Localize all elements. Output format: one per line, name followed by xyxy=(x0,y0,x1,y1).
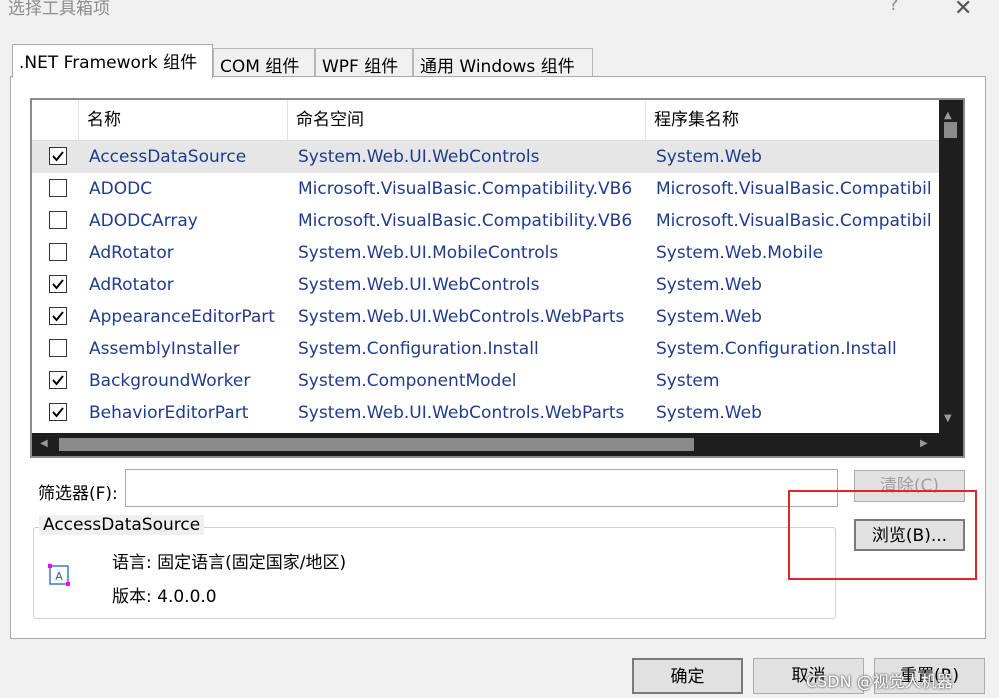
table-row[interactable]: BehaviorEditorPart System.Web.UI.WebContr… xyxy=(32,397,939,429)
component-icon: A xyxy=(46,562,72,588)
cell-name: AppearanceEditorPart xyxy=(89,307,275,327)
filter-input[interactable] xyxy=(125,469,838,507)
vertical-scroll-thumb[interactable] xyxy=(944,122,957,138)
horizontal-scrollbar[interactable]: ◀ ▶ xyxy=(32,433,963,456)
cell-namespace: Microsoft.VisualBasic.Compatibility.VB6 xyxy=(298,179,633,199)
table-row[interactable]: AssemblyInstaller System.Configuration.In… xyxy=(32,333,939,365)
cell-assembly: System.Web xyxy=(656,403,762,423)
column-header-name[interactable]: 名称 xyxy=(79,100,288,140)
checkmark-icon xyxy=(52,375,64,386)
row-checkbox[interactable] xyxy=(49,307,67,325)
window-title: 选择工具箱项 xyxy=(8,0,110,19)
column-header-assembly[interactable]: 程序集名称 xyxy=(646,100,939,140)
tab-com[interactable]: COM 组件 xyxy=(213,48,315,77)
cell-namespace: System.Configuration.Install xyxy=(298,339,539,359)
checkmark-icon xyxy=(52,151,64,162)
row-checkbox[interactable] xyxy=(49,403,67,421)
cell-namespace: System.ComponentModel xyxy=(298,371,517,391)
grid-header: 名称 命名空间 程序集名称 xyxy=(32,100,939,141)
row-checkbox[interactable] xyxy=(49,211,67,229)
checkmark-icon xyxy=(52,279,64,290)
table-row[interactable]: AdRotator System.Web.UI.WebControls System… xyxy=(32,269,939,301)
svg-text:A: A xyxy=(55,570,63,583)
ok-button[interactable]: 确定 xyxy=(632,658,743,694)
highlight-annotation xyxy=(788,490,977,580)
cell-namespace: System.Web.UI.MobileControls xyxy=(298,243,559,263)
scroll-down-icon[interactable]: ▼ xyxy=(944,413,952,424)
component-grid: 名称 命名空间 程序集名称 AccessDataSource System.Web… xyxy=(30,98,965,458)
checkmark-icon xyxy=(52,311,64,322)
version-info: 版本: 4.0.0.0 xyxy=(112,587,217,607)
cell-name: BehaviorEditorPart xyxy=(89,403,249,423)
details-group-title: AccessDataSource xyxy=(39,515,205,535)
cell-name: AdRotator xyxy=(89,243,174,263)
table-row[interactable]: ADODC Microsoft.VisualBasic.Compatibility… xyxy=(32,173,939,205)
scroll-right-icon[interactable]: ▶ xyxy=(920,438,928,449)
vertical-scrollbar[interactable]: ▲ ▼ xyxy=(939,100,963,433)
cell-name: BackgroundWorker xyxy=(89,371,251,391)
row-checkbox[interactable] xyxy=(49,147,67,165)
checkbox-column-header[interactable] xyxy=(32,100,79,140)
horizontal-scroll-thumb[interactable] xyxy=(59,438,694,451)
column-header-namespace[interactable]: 命名空间 xyxy=(288,100,646,140)
row-checkbox[interactable] xyxy=(49,275,67,293)
row-checkbox[interactable] xyxy=(49,179,67,197)
help-icon[interactable]: ? xyxy=(889,0,899,15)
table-row[interactable]: ADODCArray Microsoft.VisualBasic.Compatib… xyxy=(32,205,939,237)
cell-name: AdRotator xyxy=(89,275,174,295)
table-row[interactable]: AccessDataSource System.Web.UI.WebControl… xyxy=(32,141,939,173)
cell-assembly: Microsoft.VisualBasic.Compatibil xyxy=(656,179,932,199)
watermark: CSDN @视觉人机器 xyxy=(806,672,953,691)
tab-universal-windows[interactable]: 通用 Windows 组件 xyxy=(413,48,593,77)
table-row[interactable]: AppearanceEditorPart System.Web.UI.WebCon… xyxy=(32,301,939,333)
filter-label: 筛选器(F): xyxy=(38,484,118,504)
row-checkbox[interactable] xyxy=(49,243,67,261)
row-checkbox[interactable] xyxy=(49,339,67,357)
language-info: 语言: 固定语言(固定国家/地区) xyxy=(112,553,347,573)
close-icon[interactable]: ✕ xyxy=(954,0,972,21)
cell-assembly: Microsoft.VisualBasic.Compatibil xyxy=(656,211,932,231)
scroll-up-icon[interactable]: ▲ xyxy=(944,110,952,121)
cell-namespace: Microsoft.VisualBasic.Compatibility.VB6 xyxy=(298,211,633,231)
table-row[interactable]: BackgroundWorker System.ComponentModel Sys… xyxy=(32,365,939,397)
cell-name: AccessDataSource xyxy=(89,147,247,167)
row-checkbox[interactable] xyxy=(49,371,67,389)
cell-assembly: System.Web xyxy=(656,307,762,327)
table-row[interactable]: AdRotator System.Web.UI.MobileControls Sys… xyxy=(32,237,939,269)
cell-assembly: System.Web xyxy=(656,147,762,167)
cell-namespace: System.Web.UI.WebControls xyxy=(298,275,540,295)
cell-name: ADODC xyxy=(89,179,153,199)
cell-namespace: System.Web.UI.WebControls.WebParts xyxy=(298,307,625,327)
cell-name: AssemblyInstaller xyxy=(89,339,240,359)
cell-assembly: System xyxy=(656,371,720,391)
cell-assembly: System.Configuration.Install xyxy=(656,339,897,359)
scroll-left-icon[interactable]: ◀ xyxy=(40,438,48,449)
cell-assembly: System.Web.Mobile xyxy=(656,243,824,263)
checkmark-icon xyxy=(52,407,64,418)
tab-wpf[interactable]: WPF 组件 xyxy=(315,48,413,77)
cell-name: ADODCArray xyxy=(89,211,198,231)
cell-namespace: System.Web.UI.WebControls.WebParts xyxy=(298,403,625,423)
cell-namespace: System.Web.UI.WebControls xyxy=(298,147,540,167)
tab-net-framework[interactable]: .NET Framework 组件 xyxy=(12,44,213,78)
cell-assembly: System.Web xyxy=(656,275,762,295)
